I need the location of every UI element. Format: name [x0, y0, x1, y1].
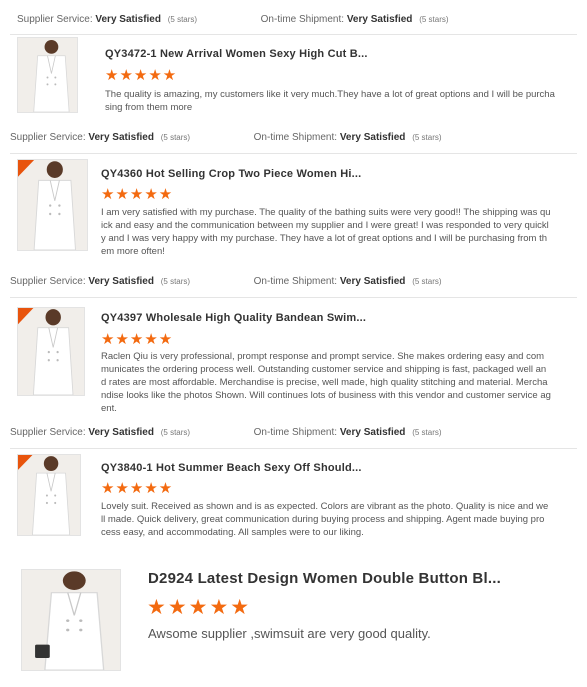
- star-rating: ★★★★★: [101, 186, 174, 203]
- product-thumbnail[interactable]: [21, 569, 121, 671]
- product-thumbnail[interactable]: [17, 307, 85, 396]
- review-text: The quality is amazing, my customers lik…: [105, 89, 555, 113]
- dress-photo-icon: [18, 308, 84, 395]
- star-rating: ★★★★★: [105, 67, 178, 84]
- star-rating: ★★★★★: [101, 480, 174, 497]
- review-text: I am very satisfied with my purchase. Th…: [101, 207, 551, 257]
- product-thumbnail[interactable]: [17, 454, 81, 536]
- product-title[interactable]: D2924 Latest Design Women Double Button …: [148, 570, 501, 587]
- divider: [10, 448, 577, 449]
- product-title[interactable]: QY3840-1 Hot Summer Beach Sexy Off Shoul…: [101, 462, 362, 474]
- product-title[interactable]: QY3472-1 New Arrival Women Sexy High Cut…: [105, 48, 368, 60]
- dress-photo-icon: [18, 455, 80, 535]
- product-title[interactable]: QY4397 Wholesale High Quality Bandean Sw…: [101, 312, 366, 324]
- divider: [10, 153, 577, 154]
- dress-photo-icon: [18, 38, 77, 112]
- review-text: Lovely suit. Received as shown and is as…: [101, 501, 549, 538]
- rating-line: Supplier Service: Very Satisfied (5 star…: [17, 14, 449, 25]
- product-title[interactable]: QY4360 Hot Selling Crop Two Piece Women …: [101, 168, 361, 180]
- review-text: Awsome supplier ,swimsuit are very good …: [148, 626, 431, 641]
- product-thumbnail[interactable]: [17, 159, 88, 251]
- dress-photo-icon: [18, 160, 87, 250]
- product-thumbnail[interactable]: [17, 37, 78, 113]
- star-rating: ★★★★★: [101, 331, 174, 348]
- dress-photo-icon: [22, 570, 120, 670]
- rating-line: Supplier Service: Very Satisfied (5 star…: [10, 132, 442, 143]
- divider: [10, 297, 577, 298]
- rating-line: Supplier Service: Very Satisfied (5 star…: [10, 427, 442, 438]
- divider: [10, 34, 577, 35]
- star-rating: ★★★★★: [147, 596, 252, 619]
- rating-line: Supplier Service: Very Satisfied (5 star…: [10, 276, 442, 287]
- review-text: Raclen Qiu is very professional, prompt …: [101, 351, 551, 414]
